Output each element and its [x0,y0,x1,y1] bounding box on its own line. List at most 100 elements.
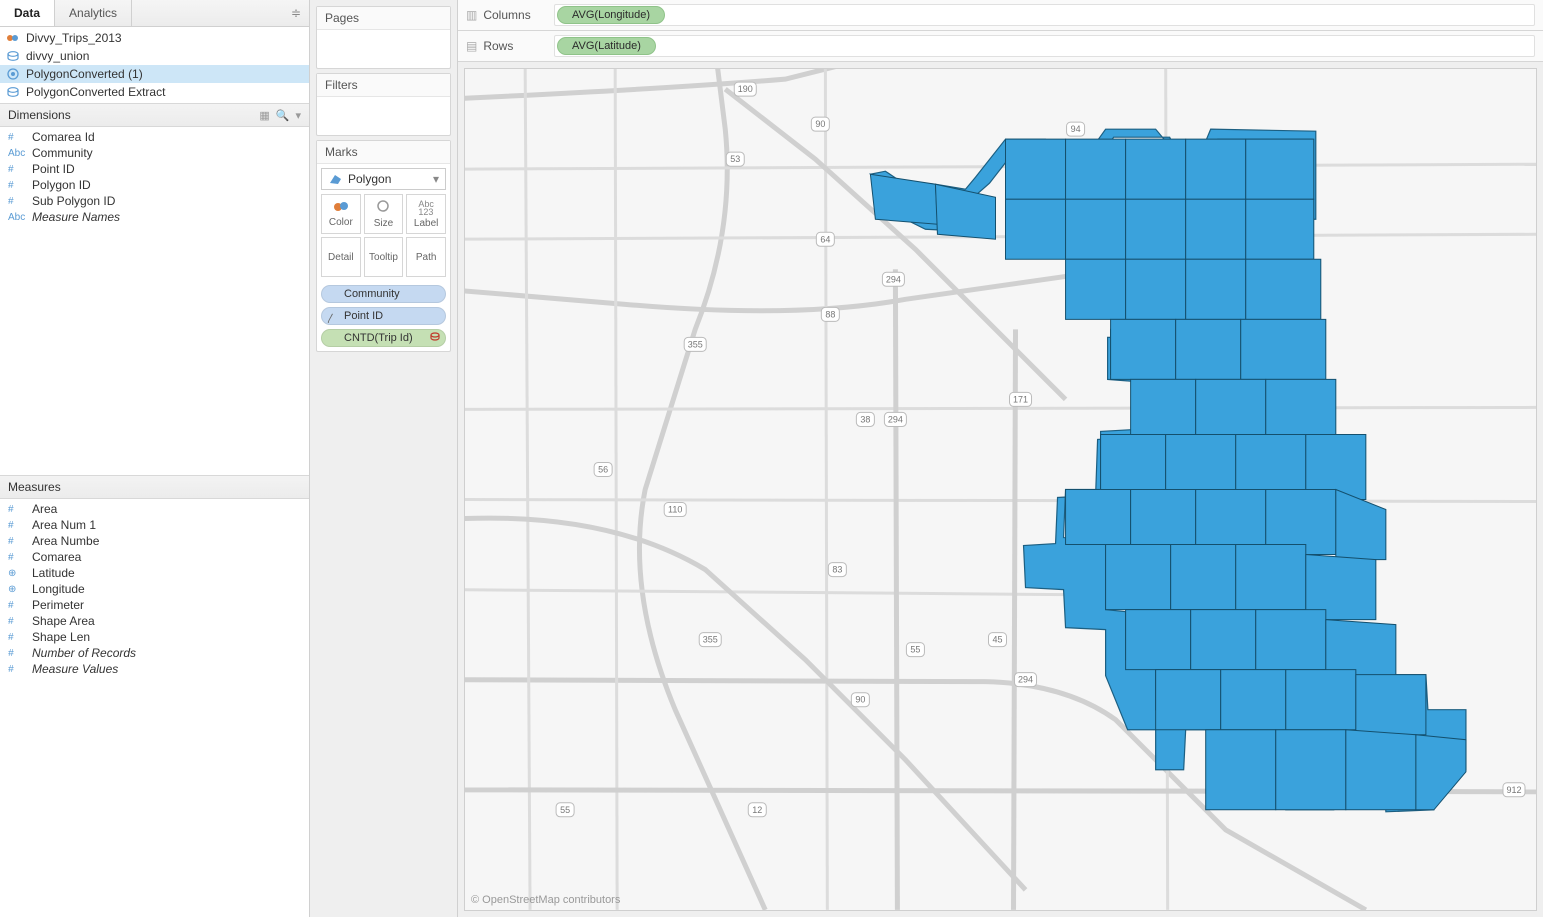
measures-header: Measures [0,475,309,499]
tooltip-button[interactable]: Tooltip [364,237,404,277]
measure-field[interactable]: #Area Numbe [0,533,309,549]
rows-track[interactable]: AVG(Latitude) [554,35,1535,57]
svg-text:355: 355 [703,635,718,645]
field-label: Measure Values [32,662,118,676]
measures-list: #Area #Area Num 1 #Area Numbe #Comarea ⊕… [0,499,309,917]
datasource-item[interactable]: PolygonConverted Extract [0,83,309,101]
caret-icon[interactable]: ≑ [283,0,309,26]
dimension-field[interactable]: #Point ID [0,161,309,177]
dimension-field[interactable]: #Polygon ID [0,177,309,193]
dimension-field[interactable]: Abc Community [0,145,309,161]
mark-type-dropdown[interactable]: Polygon ▾ [321,168,446,190]
rows-shelf[interactable]: ▤ Rows AVG(Latitude) [458,31,1543,62]
measure-field[interactable]: #Number of Records [0,645,309,661]
measure-field[interactable]: # Perimeter [0,597,309,613]
svg-text:190: 190 [738,84,753,94]
detail-button[interactable]: Detail [321,237,361,277]
datasource-item-selected[interactable]: PolygonConverted (1) [0,65,309,83]
field-label: Polygon ID [32,178,91,192]
label-button[interactable]: Abc123 Label [406,194,446,234]
svg-text:83: 83 [832,565,842,575]
btn-label: Color [329,217,353,228]
btn-label: Path [416,252,437,263]
hash-icon: # [8,632,26,643]
pill-point-id[interactable]: 〳 Point ID [321,307,446,325]
color-button[interactable]: Color [321,194,361,234]
map-attribution: © OpenStreetMap contributors [471,894,620,906]
field-label: Point ID [32,162,75,176]
btn-label: Label [414,218,438,229]
pill-label: Community [344,288,400,300]
field-label: Shape Len [32,630,90,644]
view-as-icon[interactable]: ▦ [259,109,269,122]
measure-field[interactable]: ⊕Latitude [0,565,309,581]
marks-card: Marks Polygon ▾ Color Size Abc123 Label … [316,140,451,352]
measure-field[interactable]: #Comarea [0,549,309,565]
measure-field[interactable]: #Area [0,501,309,517]
marks-pills-area[interactable]: Community 〳 Point ID CNTD(Trip Id) [317,281,450,351]
pill-community[interactable]: Community [321,285,446,303]
svg-text:294: 294 [1018,675,1033,685]
measures-title: Measures [8,480,61,494]
globe-icon: ⊕ [8,584,26,595]
datasource-item[interactable]: divvy_union [0,47,309,65]
field-label: Area Numbe [32,534,99,548]
rows-icon: ▤ [466,39,477,53]
datasource-label: divvy_union [26,49,89,63]
btn-label: Tooltip [369,252,398,263]
hash-icon: # [8,616,26,627]
svg-text:12: 12 [752,805,762,815]
marks-header: Marks [317,141,450,164]
columns-pill[interactable]: AVG(Longitude) [557,6,665,24]
line-path-icon: 〳 [326,310,336,325]
field-label: Latitude [32,566,75,580]
dimension-field[interactable]: #Sub Polygon ID [0,193,309,209]
dimension-field[interactable]: AbcMeasure Names [0,209,309,225]
pill-cntd-tripid[interactable]: CNTD(Trip Id) [321,329,446,347]
pages-card: Pages [316,6,451,69]
label-icon: Abc123 [418,200,434,216]
hash-icon: # [8,648,26,659]
datasource-item[interactable]: Divvy_Trips_2013 [0,29,309,47]
rows-pill[interactable]: AVG(Latitude) [557,37,656,55]
field-label: Community [32,146,93,160]
dimension-field[interactable]: #Comarea Id [0,129,309,145]
mark-type-label: Polygon [348,172,391,186]
tab-analytics[interactable]: Analytics [55,0,132,26]
svg-text:912: 912 [1506,785,1521,795]
svg-text:55: 55 [910,645,920,655]
measure-field[interactable]: # Shape Len [0,629,309,645]
search-icon[interactable]: 🔍 [276,109,290,122]
abc-icon: Abc [8,148,26,159]
datasource-icon [6,49,20,63]
svg-text:294: 294 [886,274,901,284]
columns-icon: ▥ [466,8,477,22]
btn-label: Detail [328,252,354,263]
marks-buttons: Color Size Abc123 Label Detail Tooltip P… [317,194,450,281]
map-view[interactable]: 190 94 90 294 53 290 355 88 56 355 38 11… [464,68,1537,911]
datasource-icon [6,85,20,99]
abc-icon: Abc [8,212,26,223]
viz-area: ▥ Columns AVG(Longitude) ▤ Rows AVG(Lati… [458,0,1543,917]
measure-field[interactable]: #Area Num 1 [0,517,309,533]
columns-track[interactable]: AVG(Longitude) [554,4,1535,26]
hash-icon: # [8,600,26,611]
menu-caret-icon[interactable]: ▾ [295,109,301,122]
svg-text:90: 90 [855,695,865,705]
columns-shelf[interactable]: ▥ Columns AVG(Longitude) [458,0,1543,31]
filters-shelf[interactable] [317,97,450,135]
pill-label: CNTD(Trip Id) [344,332,413,344]
measure-field[interactable]: ⊕Longitude [0,581,309,597]
svg-text:90: 90 [815,119,825,129]
dimensions-title: Dimensions [8,108,71,122]
tab-data[interactable]: Data [0,0,55,26]
map-svg: 190 94 90 294 53 290 355 88 56 355 38 11… [465,69,1536,910]
pages-shelf[interactable] [317,30,450,68]
path-button[interactable]: Path [406,237,446,277]
size-button[interactable]: Size [364,194,404,234]
measure-field[interactable]: #Shape Area [0,613,309,629]
svg-text:38: 38 [860,414,870,424]
measure-field[interactable]: #Measure Values [0,661,309,677]
field-label: Perimeter [32,598,84,612]
svg-text:53: 53 [730,154,740,164]
